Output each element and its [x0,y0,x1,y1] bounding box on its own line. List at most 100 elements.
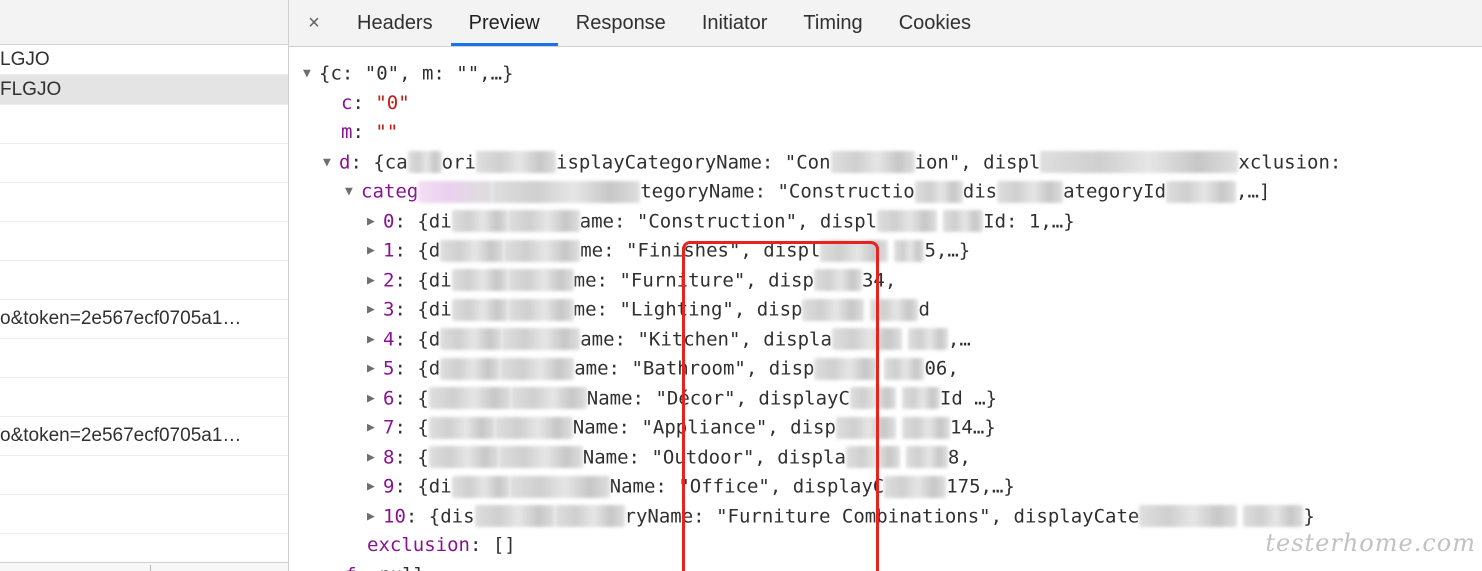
json-summary-text: me: [573,298,608,321]
json-summary-text: {di [417,209,452,232]
collapsed-triangle-icon[interactable]: ▶ [367,295,383,325]
close-detail-icon[interactable]: × [289,2,339,46]
json-key: c [341,91,353,114]
category-item-row[interactable]: ▶ 0: {di ame: "Construction", displ Id: 1,…… [289,207,1482,237]
category-display-name: "Furniture" [619,268,746,291]
json-summary-text: , displayC [769,475,885,498]
redacted-blur [1166,180,1237,203]
json-index-key: 1 [383,239,395,262]
json-root-row[interactable]: ▼ {c: "0", m: "",…} [289,59,1482,89]
redacted-blur [870,298,919,321]
redacted-blur [474,505,555,528]
json-summary-text: d [918,298,930,321]
category-item-row[interactable]: ▶ 8: {Name: "Outdoor", displa 8, [289,443,1482,473]
collapsed-triangle-icon[interactable]: ▶ [367,354,383,384]
json-summary-text: ,… [947,327,971,350]
request-row[interactable]: o&token=2e567ecf0705a1… [0,417,288,456]
tab-initiator[interactable]: Initiator [684,2,786,46]
request-row[interactable] [0,456,288,495]
redacted-blur [814,357,879,380]
request-row[interactable] [0,261,288,300]
category-item-row[interactable]: ▶ 6: {Name: "Décor", displayC Id …} [289,384,1482,414]
redacted-blur [997,180,1064,203]
json-summary-text: 06, [924,357,959,380]
expanded-triangle-icon[interactable]: ▼ [303,59,319,89]
json-field-d[interactable]: ▼ d: {ca ori isplayCategoryName: "Con ion", … [289,148,1482,178]
json-index-key: 9 [383,475,395,498]
category-display-name: "Construction" [636,209,798,232]
redacted-blur [943,210,984,233]
json-index-key: 2 [383,268,395,291]
request-row[interactable] [0,183,288,222]
category-item-row[interactable]: ▶ 3: {di me: "Lighting", disp d [289,295,1482,325]
json-summary-text: {dis [428,504,475,527]
request-list-scrollbar[interactable] [0,562,288,571]
collapsed-triangle-icon[interactable]: ▶ [367,325,383,355]
json-summary-text: , displayCate [990,504,1140,527]
collapsed-triangle-icon[interactable]: ▶ [367,443,383,473]
json-summary-text: , disp [745,268,814,291]
expanded-triangle-icon[interactable]: ▼ [345,177,361,207]
tab-response[interactable]: Response [558,2,684,46]
category-item-row[interactable]: ▶ 9: {di Name: "Office", displayC 175,…} [289,472,1482,502]
redacted-blur [418,180,493,203]
redacted-blur [507,210,580,233]
collapsed-triangle-icon[interactable]: ▶ [367,472,383,502]
category-display-name: "Lighting" [619,298,734,321]
category-item-row[interactable]: ▶ 1: {d me: "Finishes", displ 5,…} [289,236,1482,266]
redacted-blur [440,239,505,262]
redacted-blur [830,151,915,174]
redacted-blur [802,298,865,321]
redacted-blur [428,446,499,469]
tab-cookies[interactable]: Cookies [881,2,989,46]
category-display-name: "Finishes" [626,239,741,262]
json-summary-text: 8, [947,445,971,468]
category-item-row[interactable]: ▶ 5: {d ame: "Bathroom", disp 06, [289,354,1482,384]
redacted-blur [476,151,556,174]
redacted-blur [428,387,511,410]
tab-timing[interactable]: Timing [785,2,880,46]
json-summary-text: {d [417,327,441,350]
collapsed-triangle-icon[interactable]: ▶ [367,384,383,414]
category-item-row[interactable]: ▶ 4: {d ame: "Kitchen", displa,… [289,325,1482,355]
json-summary-text: {di [417,298,452,321]
request-row[interactable] [0,222,288,261]
request-row[interactable] [0,339,288,378]
request-row[interactable] [0,378,288,417]
category-item-row[interactable]: ▶ 10: {dis ryName: "Furniture Combinations… [289,502,1482,532]
redacted-blur [492,180,641,203]
request-row[interactable]: o&token=2e567ecf0705a1… [0,300,288,339]
json-summary-text: , disp [767,416,836,439]
json-summary-text: tegoryName: "Constructio [640,180,915,203]
redacted-blur [428,416,495,439]
request-row[interactable] [0,495,288,534]
request-row[interactable]: LGJO [0,45,288,75]
json-string-value: "0" [375,91,410,114]
request-row[interactable] [0,105,288,144]
redacted-blur [905,446,948,469]
category-item-row[interactable]: ▶ 2: {di me: "Furniture", disp 34, [289,266,1482,296]
expanded-triangle-icon[interactable]: ▼ [323,148,339,178]
json-summary-text: Name: [609,475,667,498]
redacted-blur [813,269,862,292]
json-index-key: 4 [383,327,395,350]
redacted-blur [510,387,587,410]
tab-preview[interactable]: Preview [450,2,558,46]
json-summary-text: , disp [733,298,803,321]
collapsed-triangle-icon[interactable]: ▶ [367,207,383,237]
collapsed-triangle-icon[interactable]: ▶ [367,413,383,443]
category-item-row[interactable]: ▶ 7: {Name: "Appliance", disp 14…} [289,413,1482,443]
collapsed-triangle-icon[interactable]: ▶ [367,502,383,532]
request-row[interactable] [0,144,288,183]
redacted-blur [884,475,947,498]
json-field-categories[interactable]: ▼ categ tegoryName: "Constructio dis ategory… [289,177,1482,207]
request-row[interactable]: FLGJO [0,75,288,105]
tab-headers[interactable]: Headers [339,2,451,46]
collapsed-triangle-icon[interactable]: ▶ [367,266,383,296]
redacted-blur [502,328,581,351]
request-list: LGJO FLGJO o&token=2e567ecf0705a1… o&token=… [0,45,288,571]
json-summary-text: ryName: [624,504,705,527]
collapsed-triangle-icon[interactable]: ▶ [367,236,383,266]
json-summary-text: , displayC [735,386,850,409]
json-index-key: 3 [383,298,395,321]
